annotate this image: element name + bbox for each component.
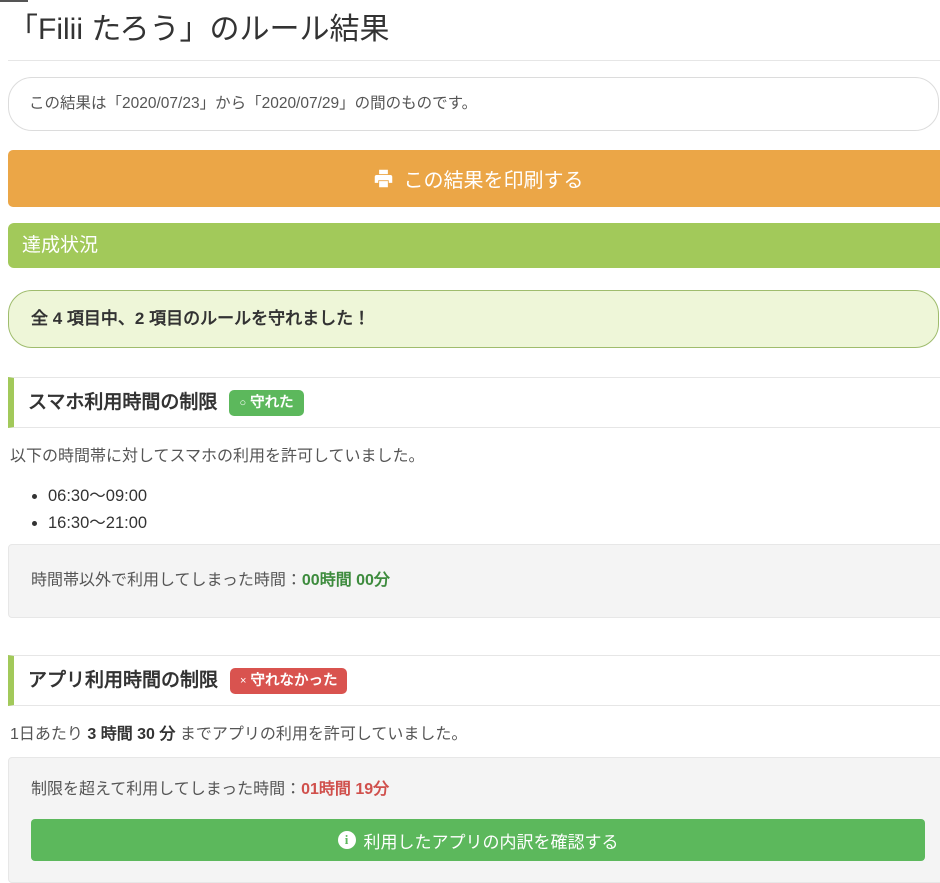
section-heading-phone: スマホ利用時間の制限 ○ 守れた <box>8 377 940 428</box>
status-badge-not-kept: × 守れなかった <box>230 668 347 694</box>
circle-icon: ○ <box>239 394 246 412</box>
x-icon: × <box>240 672 246 690</box>
top-edge-artifact <box>0 0 28 2</box>
result-label: 時間帯以外で利用してしまった時間： <box>31 572 302 589</box>
print-button[interactable]: この結果を印刷する <box>8 150 940 207</box>
page-title: 「Filii たろう」のルール結果 <box>8 12 940 61</box>
section-title: スマホ利用時間の制限 <box>28 389 217 416</box>
description-suffix: までアプリの利用を許可していました。 <box>175 726 467 743</box>
status-badge-label: 守れた <box>250 394 294 412</box>
result-box-phone: 時間帯以外で利用してしまった時間：00時間 00分 <box>8 544 940 618</box>
time-slot-item: 06:30〜09:00 <box>48 483 940 510</box>
section-description: 1日あたり 3 時間 30 分 までアプリの利用を許可していました。 <box>10 723 932 747</box>
section-title: アプリ利用時間の制限 <box>28 667 218 694</box>
rule-result-page: 「Filii たろう」のルール結果 この結果は「2020/07/23」から「20… <box>0 12 940 883</box>
app-breakdown-button[interactable]: i 利用したアプリの内訳を確認する <box>31 819 925 861</box>
section-app-time-limit: アプリ利用時間の制限 × 守れなかった 1日あたり 3 時間 30 分 までアプ… <box>0 655 940 883</box>
result-box-app: 制限を超えて利用してしまった時間：01時間 19分 i 利用したアプリの内訳を確… <box>8 757 940 883</box>
summary-text: 全 4 項目中、2 項目のルールを守れました！ <box>31 309 370 328</box>
time-slot-list: 06:30〜09:00 16:30〜21:00 <box>10 483 940 537</box>
status-badge-kept: ○ 守れた <box>229 390 303 416</box>
summary-box: 全 4 項目中、2 項目のルールを守れました！ <box>8 290 939 348</box>
time-slot-item: 16:30〜21:00 <box>48 510 940 537</box>
info-icon: i <box>338 831 356 849</box>
status-header: 達成状況 <box>8 223 940 268</box>
description-prefix: 1日あたり <box>10 726 87 743</box>
section-phone-time-limit: スマホ利用時間の制限 ○ 守れた 以下の時間帯に対してスマホの利用を許可していま… <box>0 377 940 618</box>
overtime-value: 01時間 19分 <box>301 781 389 798</box>
allowed-duration-value: 3 時間 30 分 <box>87 726 175 743</box>
printer-icon <box>373 168 394 189</box>
result-line: 制限を超えて利用してしまった時間：01時間 19分 <box>31 779 925 801</box>
print-button-label: この結果を印刷する <box>404 164 584 193</box>
period-notice: この結果は「2020/07/23」から「2020/07/29」の間のものです。 <box>8 77 939 131</box>
status-header-label: 達成状況 <box>22 235 98 256</box>
section-heading-app: アプリ利用時間の制限 × 守れなかった <box>8 655 940 706</box>
overtime-value: 00時間 00分 <box>302 572 390 589</box>
section-description: 以下の時間帯に対してスマホの利用を許可していました。 <box>10 445 932 469</box>
period-notice-text: この結果は「2020/07/23」から「2020/07/29」の間のものです。 <box>29 95 477 112</box>
status-badge-label: 守れなかった <box>250 672 337 690</box>
result-label: 制限を超えて利用してしまった時間： <box>31 781 301 798</box>
app-breakdown-button-label: 利用したアプリの内訳を確認する <box>364 828 619 853</box>
